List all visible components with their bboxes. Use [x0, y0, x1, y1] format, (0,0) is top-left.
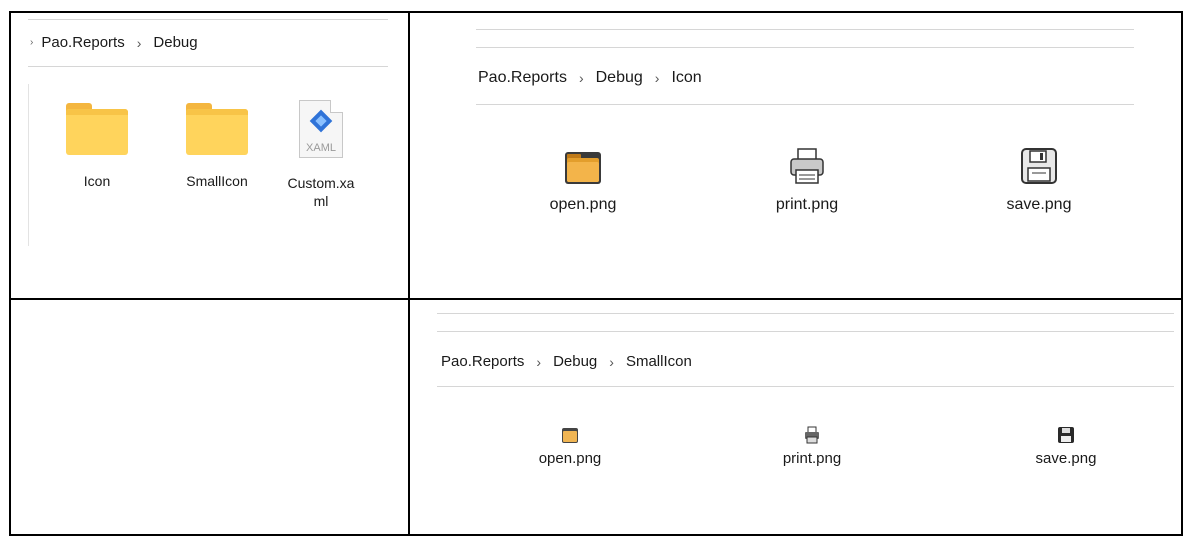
open-folder-icon: [565, 152, 601, 184]
breadcrumb-item-pao-reports[interactable]: Pao.Reports: [478, 69, 567, 87]
file-item-label: open.png: [538, 450, 602, 467]
file-item-smallicon-folder[interactable]: SmallIcon: [176, 103, 258, 190]
breadcrumb-item-icon[interactable]: Icon: [671, 69, 701, 87]
file-item-label-line1: Custom.xa: [287, 175, 355, 191]
breadcrumb[interactable]: Pao.Reports › Debug › SmallIcon: [441, 353, 692, 370]
breadcrumb-separator-icon: ›: [136, 34, 142, 51]
breadcrumb-expand-icon[interactable]: ›: [30, 37, 33, 48]
breadcrumb-separator-icon: ›: [536, 353, 542, 370]
breadcrumb[interactable]: › Pao.Reports › Debug: [30, 34, 198, 51]
breadcrumb-separator-icon: ›: [578, 70, 584, 86]
breadcrumb-item-debug[interactable]: Debug: [553, 353, 597, 370]
breadcrumb-divider: [476, 104, 1134, 105]
floppy-disk-icon: [1058, 427, 1074, 443]
printer-icon: [790, 148, 824, 184]
file-item-label: save.png: [1035, 450, 1097, 467]
breadcrumb-item-pao-reports[interactable]: Pao.Reports: [441, 353, 524, 370]
toolbar-divider: [476, 29, 1134, 30]
file-item-icon-folder[interactable]: Icon: [66, 103, 128, 190]
breadcrumb-separator-icon: ›: [654, 70, 660, 86]
file-item-custom-xaml[interactable]: XAML Custom.xa ml: [283, 100, 359, 210]
folder-icon: [66, 103, 128, 155]
file-item-print-png[interactable]: print.png: [762, 426, 862, 467]
breadcrumb-item-pao-reports[interactable]: Pao.Reports: [41, 34, 124, 51]
file-item-label: SmallIcon: [186, 173, 248, 189]
navigation-pane-edge: [28, 84, 29, 246]
file-item-open-png[interactable]: open.png: [520, 426, 620, 467]
breadcrumb-item-debug[interactable]: Debug: [596, 69, 643, 87]
open-folder-icon: [562, 428, 578, 443]
toolbar-divider: [437, 331, 1174, 332]
printer-icon: [805, 426, 819, 444]
xaml-file-icon: XAML: [299, 100, 343, 158]
floppy-disk-icon: [1021, 148, 1057, 184]
breadcrumb-divider: [437, 386, 1174, 387]
toolbar-divider: [28, 19, 388, 20]
file-item-label: Icon: [83, 173, 111, 189]
file-item-print-png[interactable]: print.png: [752, 146, 862, 214]
folder-icon: [186, 103, 248, 155]
file-item-save-png[interactable]: save.png: [1016, 426, 1116, 467]
toolbar-divider: [476, 47, 1134, 48]
file-item-save-png[interactable]: save.png: [984, 146, 1094, 214]
file-item-label: print.png: [775, 196, 839, 213]
file-item-label: open.png: [549, 196, 617, 213]
breadcrumb-separator-icon: ›: [609, 353, 614, 370]
file-item-open-png[interactable]: open.png: [528, 146, 638, 214]
breadcrumb-divider: [28, 66, 388, 67]
file-item-label-line2: ml: [313, 193, 329, 209]
table-row-divider: [9, 298, 1183, 300]
breadcrumb[interactable]: Pao.Reports › Debug › Icon: [478, 69, 702, 87]
breadcrumb-item-smallicon[interactable]: SmallIcon: [626, 353, 692, 370]
file-item-label: save.png: [1006, 196, 1072, 213]
toolbar-divider: [437, 313, 1174, 314]
file-item-label: print.png: [782, 450, 842, 467]
table-column-divider: [408, 11, 410, 536]
breadcrumb-item-debug[interactable]: Debug: [153, 34, 197, 51]
